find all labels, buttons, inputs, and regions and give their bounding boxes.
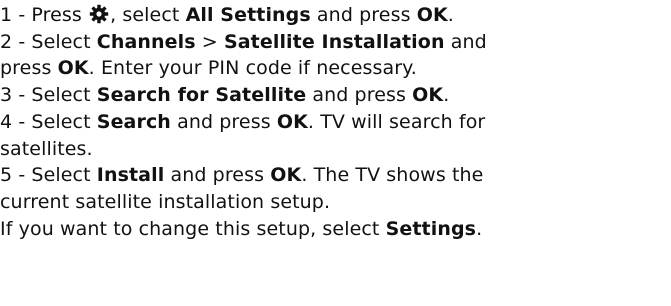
search-for-satellite-keyword: Search for Satellite [96, 84, 307, 107]
note-end: . [476, 217, 483, 240]
step-2-mid1: > [195, 30, 224, 53]
step-4-prefix: 4 - Select [0, 110, 97, 133]
step-3-prefix: 3 - Select [0, 84, 97, 107]
step-2-prefix: 2 - Select [0, 30, 97, 53]
ok-keyword: OK [416, 4, 448, 26]
step-2-continuation-line: press OK. Enter your PIN code if necessa… [0, 55, 671, 82]
satellite-installation-keyword: Satellite Installation [223, 30, 445, 53]
step-2-end: and [444, 30, 487, 53]
step-1-line: 1 - Press , select All Settings and pres… [0, 2, 671, 29]
step-2b-end: . Enter your PIN code if necessary. [88, 57, 417, 80]
settings-keyword: Settings [385, 217, 477, 240]
step-1-mid1: , select [110, 4, 186, 26]
ok-keyword: OK [412, 84, 444, 107]
step-2b-prefix: press [0, 57, 58, 80]
search-keyword: Search [96, 110, 171, 133]
ok-keyword: OK [270, 164, 302, 187]
install-keyword: Install [96, 164, 165, 187]
step-2-line: 2 - Select Channels > Satellite Installa… [0, 29, 671, 56]
all-settings-keyword: All Settings [185, 4, 311, 26]
step-4b-text: satellites. [0, 137, 93, 160]
step-3-line: 3 - Select Search for Satellite and pres… [0, 82, 671, 109]
step-5-prefix: 5 - Select [0, 164, 97, 187]
step-5-end: . The TV shows the [301, 164, 484, 187]
step-5b-text: current satellite installation setup. [0, 190, 331, 213]
step-1-end: . [447, 4, 454, 26]
step-4-line: 4 - Select Search and press OK. TV will … [0, 109, 671, 136]
note-line: If you want to change this setup, select… [0, 216, 671, 243]
ok-keyword: OK [276, 110, 308, 133]
step-3-end: . [443, 84, 450, 107]
step-5-continuation-line: current satellite installation setup. [0, 189, 671, 216]
step-1-mid2: and press [310, 4, 417, 26]
step-4-end: . TV will search for [307, 110, 486, 133]
step-3-mid1: and press [306, 84, 413, 107]
step-5-line: 5 - Select Install and press OK. The TV … [0, 162, 671, 189]
step-4-continuation-line: satellites. [0, 136, 671, 163]
step-4-mid1: and press [170, 110, 277, 133]
instructions-document: 1 - Press , select All Settings and pres… [0, 0, 671, 242]
step-5-mid1: and press [164, 164, 271, 187]
note-prefix: If you want to change this setup, select [0, 217, 386, 240]
channels-keyword: Channels [96, 30, 196, 53]
step-1-prefix: 1 - Press [0, 4, 89, 26]
gear-icon [89, 4, 109, 24]
ok-keyword: OK [57, 57, 89, 80]
